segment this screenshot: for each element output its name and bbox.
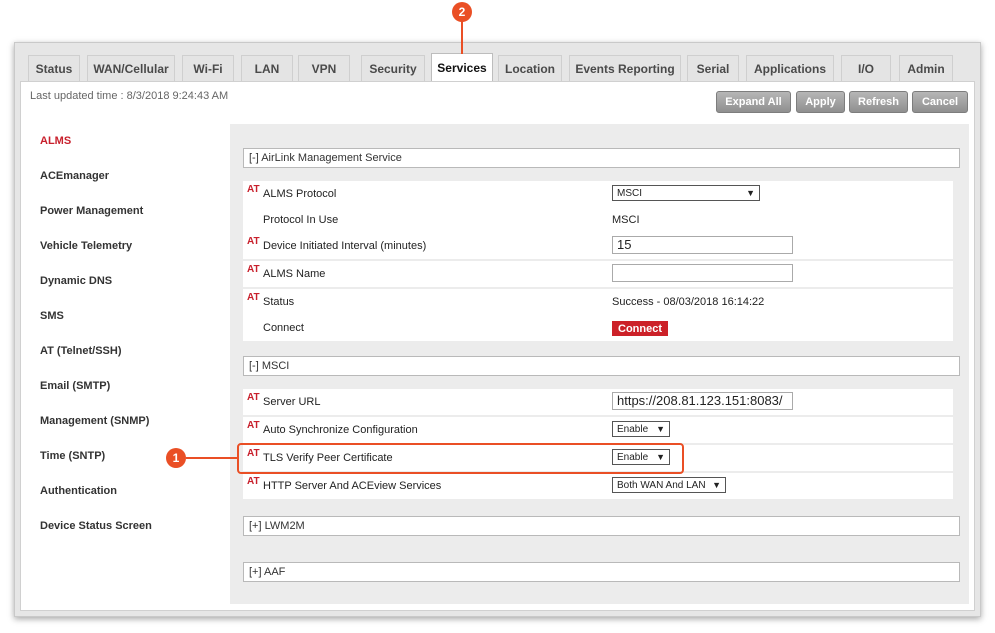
row-server-url: AT Server URL https://208.81.123.151:808… — [243, 389, 953, 415]
callout-2-badge: 2 — [452, 2, 472, 22]
sidebar-item-at-telnet-ssh[interactable]: AT (Telnet/SSH) — [30, 334, 230, 368]
at-command-marker: AT — [247, 392, 260, 403]
connect-button[interactable]: Connect — [612, 321, 668, 336]
callout-2-line — [461, 21, 463, 54]
sidebar-item-management-snmp[interactable]: Management (SNMP) — [30, 404, 230, 438]
http-server-select[interactable]: Both WAN And LAN ▼ — [612, 477, 726, 493]
sidebar-item-alms[interactable]: ALMS — [30, 124, 230, 158]
row-protocol-in-use: Protocol In Use MSCI — [243, 207, 953, 233]
sidebar-item-email-smtp[interactable]: Email (SMTP) — [30, 369, 230, 403]
row-alms-name: AT ALMS Name — [243, 261, 953, 287]
row-auto-synchronize: AT Auto Synchronize Configuration Enable… — [243, 417, 953, 443]
at-command-marker: AT — [247, 292, 260, 303]
tab-status[interactable]: Status — [28, 55, 80, 81]
row-device-initiated-interval: AT Device Initiated Interval (minutes) 1… — [243, 233, 953, 259]
tab-io[interactable]: I/O — [841, 55, 891, 81]
callout-1-badge: 1 — [166, 448, 186, 468]
dropdown-arrow-icon: ▼ — [746, 188, 755, 198]
alms-name-input[interactable] — [612, 264, 793, 282]
sidebar-item-acemanager[interactable]: ACEmanager — [30, 159, 230, 193]
server-url-label: Server URL — [263, 396, 321, 408]
tab-wifi[interactable]: Wi-Fi — [182, 55, 234, 81]
tab-admin[interactable]: Admin — [899, 55, 953, 81]
connect-label: Connect — [263, 322, 304, 334]
callout-1-line — [186, 457, 238, 459]
at-command-marker: AT — [247, 476, 260, 487]
server-url-input[interactable]: https://208.81.123.151:8083/ — [612, 392, 793, 410]
tab-lan[interactable]: LAN — [241, 55, 293, 81]
auto-sync-selected: Enable — [617, 423, 649, 435]
at-command-marker: AT — [247, 420, 260, 431]
tls-highlight-box — [237, 443, 684, 474]
tab-applications[interactable]: Applications — [746, 55, 834, 81]
section-msci[interactable]: [-] MSCI — [243, 356, 960, 376]
section-airlink-management-service[interactable]: [-] AirLink Management Service — [243, 148, 960, 168]
dropdown-arrow-icon: ▼ — [712, 480, 721, 490]
http-server-label: HTTP Server And ACEview Services — [263, 480, 442, 492]
cancel-button[interactable]: Cancel — [912, 91, 968, 113]
section-aaf[interactable]: [+] AAF — [243, 562, 960, 582]
at-command-marker: AT — [247, 184, 260, 195]
alms-protocol-selected: MSCI — [617, 187, 642, 199]
protocol-in-use-value: MSCI — [612, 214, 640, 226]
at-command-marker: AT — [247, 264, 260, 275]
sidebar-item-dynamic-dns[interactable]: Dynamic DNS — [30, 264, 230, 298]
alms-protocol-select[interactable]: MSCI ▼ — [612, 185, 760, 201]
tab-services[interactable]: Services — [431, 53, 493, 82]
last-updated-text: Last updated time : 8/3/2018 9:24:43 AM — [30, 90, 229, 102]
sidebar-item-time-sntp[interactable]: Time (SNTP) — [30, 439, 230, 473]
tab-events-reporting[interactable]: Events Reporting — [569, 55, 681, 81]
auto-sync-select[interactable]: Enable ▼ — [612, 421, 670, 437]
refresh-button[interactable]: Refresh — [849, 91, 908, 113]
status-label: Status — [263, 296, 295, 308]
tab-wan-cellular[interactable]: WAN/Cellular — [87, 55, 175, 81]
status-value: Success - 08/03/2018 16:14:22 — [612, 296, 765, 308]
tab-security[interactable]: Security — [361, 55, 425, 81]
at-command-marker: AT — [247, 236, 260, 247]
sidebar-item-power-management[interactable]: Power Management — [30, 194, 230, 228]
interval-input[interactable]: 15 — [612, 236, 793, 254]
protocol-in-use-label: Protocol In Use — [263, 214, 339, 226]
auto-sync-label: Auto Synchronize Configuration — [263, 424, 418, 436]
row-alms-protocol: AT ALMS Protocol MSCI ▼ — [243, 181, 953, 207]
alms-name-label: ALMS Name — [263, 268, 326, 280]
tab-vpn[interactable]: VPN — [298, 55, 350, 81]
sidebar-item-sms[interactable]: SMS — [30, 299, 230, 333]
sidebar-item-vehicle-telemetry[interactable]: Vehicle Telemetry — [30, 229, 230, 263]
row-connect: Connect Connect — [243, 315, 953, 341]
expand-all-button[interactable]: Expand All — [716, 91, 791, 113]
dropdown-arrow-icon: ▼ — [656, 424, 665, 434]
row-http-server: AT HTTP Server And ACEview Services Both… — [243, 473, 953, 499]
sidebar-item-device-status-screen[interactable]: Device Status Screen — [30, 509, 230, 543]
http-server-selected: Both WAN And LAN — [617, 479, 706, 491]
tab-location[interactable]: Location — [498, 55, 562, 81]
tab-serial[interactable]: Serial — [687, 55, 739, 81]
row-status: AT Status Success - 08/03/2018 16:14:22 — [243, 289, 953, 315]
apply-button[interactable]: Apply — [796, 91, 845, 113]
section-lwm2m[interactable]: [+] LWM2M — [243, 516, 960, 536]
alms-protocol-label: ALMS Protocol — [263, 188, 337, 200]
sidebar-item-authentication[interactable]: Authentication — [30, 474, 230, 508]
interval-label: Device Initiated Interval (minutes) — [263, 240, 427, 252]
